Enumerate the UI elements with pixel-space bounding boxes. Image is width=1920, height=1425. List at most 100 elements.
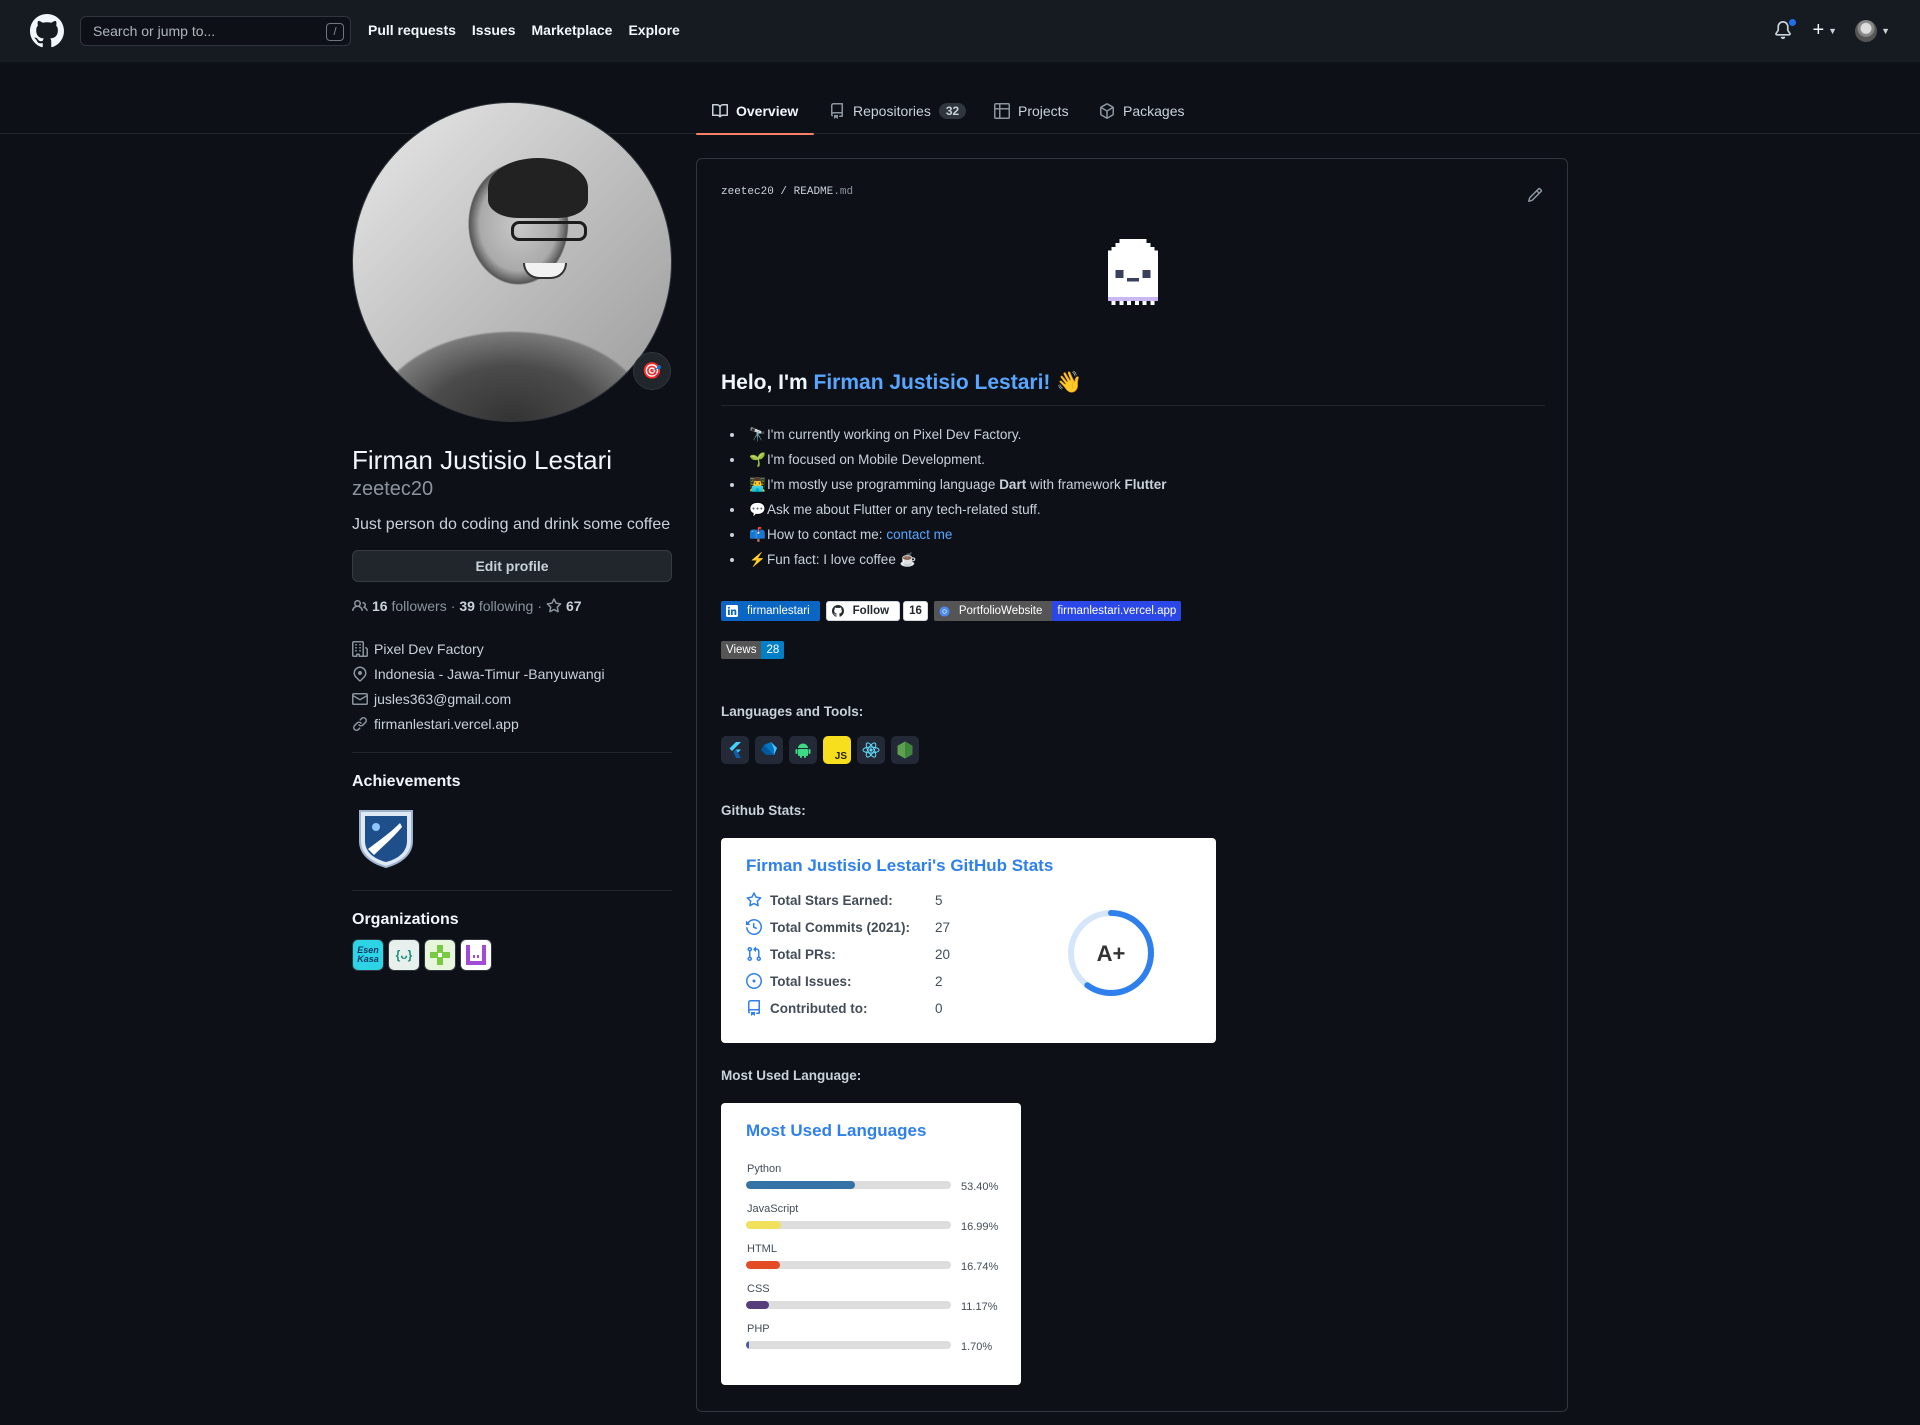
follow-stats: 16 followers · 39 following · 67 <box>352 598 672 614</box>
email-link[interactable]: jusles363@gmail.com <box>374 691 511 707</box>
nodejs-icon[interactable] <box>891 736 919 764</box>
greeting-prefix: Helo, I'm <box>721 371 814 394</box>
stat-label: Total Issues: <box>770 973 852 989</box>
bullet-text: I'm currently working on Pixel Dev Facto… <box>767 427 1022 442</box>
separator-dot: · <box>537 598 543 614</box>
android-icon[interactable] <box>789 736 817 764</box>
nodejs-logo <box>897 741 913 759</box>
views-count: 28 <box>761 641 785 659</box>
dart-icon[interactable] <box>755 736 783 764</box>
tab-projects[interactable]: Projects <box>994 88 1069 134</box>
create-new-dropdown[interactable]: + ▼ <box>1812 19 1837 42</box>
readme-shield-badges: firmanlestari Follow 16 PortfolioWebsite… <box>721 601 1182 621</box>
tab-overview[interactable]: Overview <box>695 88 815 135</box>
edit-profile-button[interactable]: Edit profile <box>352 550 672 582</box>
followers-link[interactable]: 16 followers <box>372 598 447 614</box>
nav-issues[interactable]: Issues <box>472 22 516 38</box>
stat-row-stars: Total Stars Earned: 5 <box>746 891 943 909</box>
chrome-icon <box>939 605 950 617</box>
notifications-bell-icon[interactable] <box>1774 17 1798 41</box>
sidebar-divider <box>352 890 672 891</box>
chevron-down-icon: ▼ <box>1881 25 1890 36</box>
set-status-button[interactable]: 🎯 <box>633 352 671 390</box>
list-item: 👨‍💻I'm mostly use programming language D… <box>745 472 1166 497</box>
views-label: Views <box>721 641 762 659</box>
stat-label: Total PRs: <box>770 946 836 962</box>
github-stats-heading: Github Stats: <box>721 803 806 818</box>
readme-filename: README <box>793 186 834 198</box>
readme-bullet-list: 🔭I'm currently working on Pixel Dev Fact… <box>745 422 1166 572</box>
org-avatar-2[interactable]: {ᴗ} <box>388 939 420 971</box>
languages-card-title: Most Used Languages <box>746 1121 927 1140</box>
language-percent: 16.99% <box>961 1221 999 1233</box>
stars-link[interactable]: 67 <box>546 598 582 614</box>
readme-file-link[interactable]: README.md <box>794 186 853 198</box>
tab-repositories[interactable]: Repositories 32 <box>829 88 967 134</box>
people-icon <box>352 599 368 612</box>
mail-icon <box>352 692 368 705</box>
followers-count: 16 <box>372 598 388 614</box>
org-avatar-esen-kasa[interactable]: Esen Kasa <box>352 939 384 971</box>
most-used-language-heading: Most Used Language: <box>721 1068 862 1083</box>
tab-packages[interactable]: Packages <box>1099 88 1184 134</box>
pixel-ghost-icon <box>1107 239 1159 305</box>
readme-owner-link[interactable]: zeetec20 <box>721 186 774 198</box>
profile-fullname: Firman Justisio Lestari <box>352 445 613 475</box>
user-menu-dropdown[interactable]: ▼ <box>1855 19 1890 42</box>
seedling-icon: 🌱 <box>749 452 766 467</box>
website-link[interactable]: firmanlestari.vercel.app <box>374 716 519 732</box>
profile-location: Indonesia - Jawa-Timur -Banyuwangi <box>352 661 672 686</box>
language-bar-track <box>746 1221 951 1229</box>
profile-avatar[interactable] <box>352 102 672 422</box>
javascript-icon[interactable]: JS <box>823 736 851 764</box>
portfolio-label: PortfolioWebsite <box>958 605 1043 617</box>
portfolio-website-badge[interactable]: PortfolioWebsite firmanlestari.vercel.ap… <box>933 601 1182 621</box>
target-emoji-icon: 🎯 <box>642 363 662 380</box>
github-follow-badge[interactable]: Follow 16 <box>825 601 928 621</box>
react-icon[interactable] <box>857 736 885 764</box>
language-percent: 16.74% <box>961 1261 999 1273</box>
profile-details-list: Pixel Dev Factory Indonesia - Jawa-Timur… <box>352 636 672 736</box>
bullet-text: with framework <box>1026 477 1125 492</box>
issue-icon <box>746 973 762 989</box>
github-logo-icon[interactable] <box>30 14 64 48</box>
views-counter-badge[interactable]: Views 28 <box>721 641 785 659</box>
react-logo <box>862 742 880 758</box>
greeting-name-link[interactable]: Firman Justisio Lestari! <box>814 371 1051 394</box>
edit-pencil-icon[interactable] <box>1527 187 1543 203</box>
flutter-icon[interactable] <box>721 736 749 764</box>
linkedin-badge[interactable]: firmanlestari <box>721 601 820 621</box>
language-name-python: Python <box>747 1163 782 1175</box>
list-item: ⚡Fun fact: I love coffee ☕ <box>745 547 1166 572</box>
flutter-logo <box>729 742 741 758</box>
following-link[interactable]: 39 following <box>459 598 533 614</box>
list-item: 🔭I'm currently working on Pixel Dev Fact… <box>745 422 1166 447</box>
android-logo <box>795 743 811 758</box>
nav-pull-requests[interactable]: Pull requests <box>368 22 456 38</box>
linkedin-badge-content: firmanlestari <box>721 601 820 621</box>
nav-marketplace[interactable]: Marketplace <box>532 22 613 38</box>
tab-packages-label: Packages <box>1123 103 1185 119</box>
pull-request-icon <box>747 946 762 962</box>
org-avatar-3[interactable] <box>424 939 456 971</box>
org-avatar-4[interactable] <box>460 939 492 971</box>
telescope-icon: 🔭 <box>749 427 766 442</box>
stat-value: 5 <box>935 892 943 908</box>
github-mark-icon <box>831 605 844 617</box>
languages-tools-heading: Languages and Tools: <box>721 704 864 719</box>
contact-me-link[interactable]: contact me <box>886 527 952 542</box>
languages-tools-icons: JS <box>721 736 919 764</box>
lightning-icon: ⚡ <box>749 552 766 567</box>
path-separator: / <box>780 186 788 198</box>
nav-explore[interactable]: Explore <box>628 22 679 38</box>
achievement-badge-icon[interactable] <box>354 805 418 869</box>
user-avatar-small <box>1855 19 1878 42</box>
readme-greeting: Helo, I'm Firman Justisio Lestari! 👋 <box>721 371 1545 406</box>
search-input[interactable] <box>81 17 350 45</box>
language-bar-fill-css <box>746 1301 769 1309</box>
most-used-languages-card[interactable]: Most Used Languages Python 53.40% JavaScri… <box>721 1103 1021 1385</box>
language-bar-track <box>746 1261 951 1269</box>
github-stats-card[interactable]: Firman Justisio Lestari's GitHub Stats T… <box>721 838 1216 1043</box>
list-item: 📫How to contact me: contact me <box>745 522 1166 547</box>
portfolio-value: firmanlestari.vercel.app <box>1052 601 1182 621</box>
